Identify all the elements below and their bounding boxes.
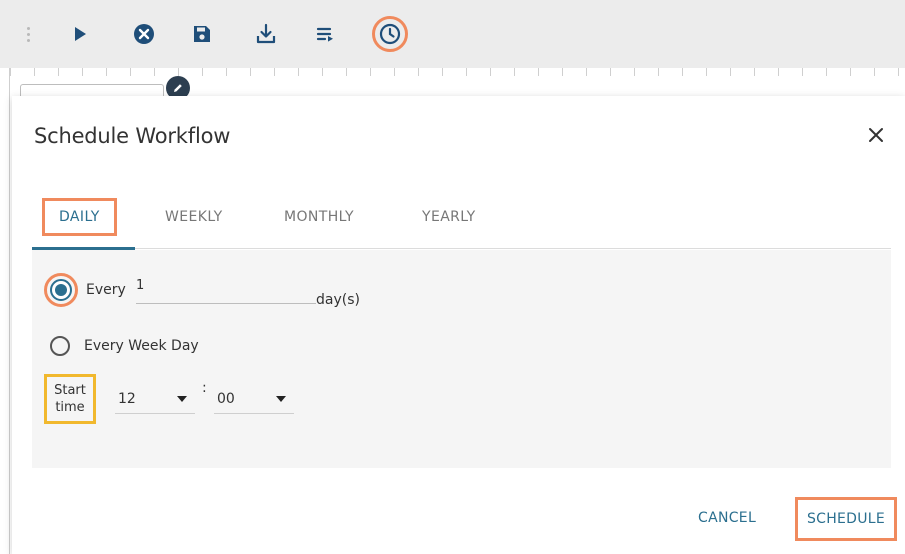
- tab-weekly[interactable]: WEEKLY: [165, 209, 223, 225]
- schedule-tabs: DAILY WEEKLY MONTHLY YEARLY: [32, 194, 891, 250]
- every-label: Every: [86, 282, 126, 298]
- chevron-down-icon: [177, 395, 187, 402]
- play-icon[interactable]: [64, 18, 96, 50]
- daily-options-panel: Every 1 day(s) Every Week Day Start time…: [32, 250, 891, 468]
- every-week-day-label: Every Week Day: [84, 338, 199, 354]
- tab-daily[interactable]: DAILY: [42, 198, 117, 236]
- every-radio[interactable]: [44, 273, 78, 307]
- minute-select[interactable]: 00: [214, 384, 294, 414]
- every-days-input[interactable]: 1: [136, 278, 144, 293]
- hour-select[interactable]: 12: [115, 384, 195, 414]
- canvas-border: [9, 68, 10, 554]
- workflow-toolbar: [0, 0, 905, 68]
- start-time-label-line2: time: [55, 400, 85, 415]
- cancel-button[interactable]: CANCEL: [698, 510, 756, 526]
- save-icon[interactable]: [186, 18, 218, 50]
- schedule-workflow-dialog: Schedule Workflow DAILY WEEKLY MONTHLY Y…: [12, 96, 905, 554]
- chevron-down-icon: [276, 395, 286, 402]
- download-icon[interactable]: [250, 18, 282, 50]
- tab-monthly[interactable]: MONTHLY: [284, 209, 354, 225]
- list-icon[interactable]: [310, 18, 342, 50]
- every-week-day-option[interactable]: Every Week Day: [50, 336, 199, 356]
- hour-value: 12: [118, 390, 136, 407]
- every-days-input-underline: [136, 303, 316, 304]
- dialog-title: Schedule Workflow: [34, 124, 231, 148]
- every-n-days-option[interactable]: Every: [44, 273, 126, 307]
- start-time-label-line1: Start: [54, 383, 86, 398]
- week-day-radio[interactable]: [50, 336, 70, 356]
- time-separator: :: [202, 380, 207, 396]
- schedule-button[interactable]: SCHEDULE: [795, 497, 897, 541]
- days-suffix: day(s): [316, 292, 360, 308]
- start-time-label: Start time: [44, 374, 96, 424]
- drag-handle-icon[interactable]: [18, 18, 38, 50]
- close-icon[interactable]: [865, 124, 887, 146]
- cancel-circle-icon[interactable]: [128, 18, 160, 50]
- minute-value: 00: [217, 390, 235, 407]
- clock-icon[interactable]: [372, 16, 408, 52]
- tab-yearly[interactable]: YEARLY: [422, 209, 476, 225]
